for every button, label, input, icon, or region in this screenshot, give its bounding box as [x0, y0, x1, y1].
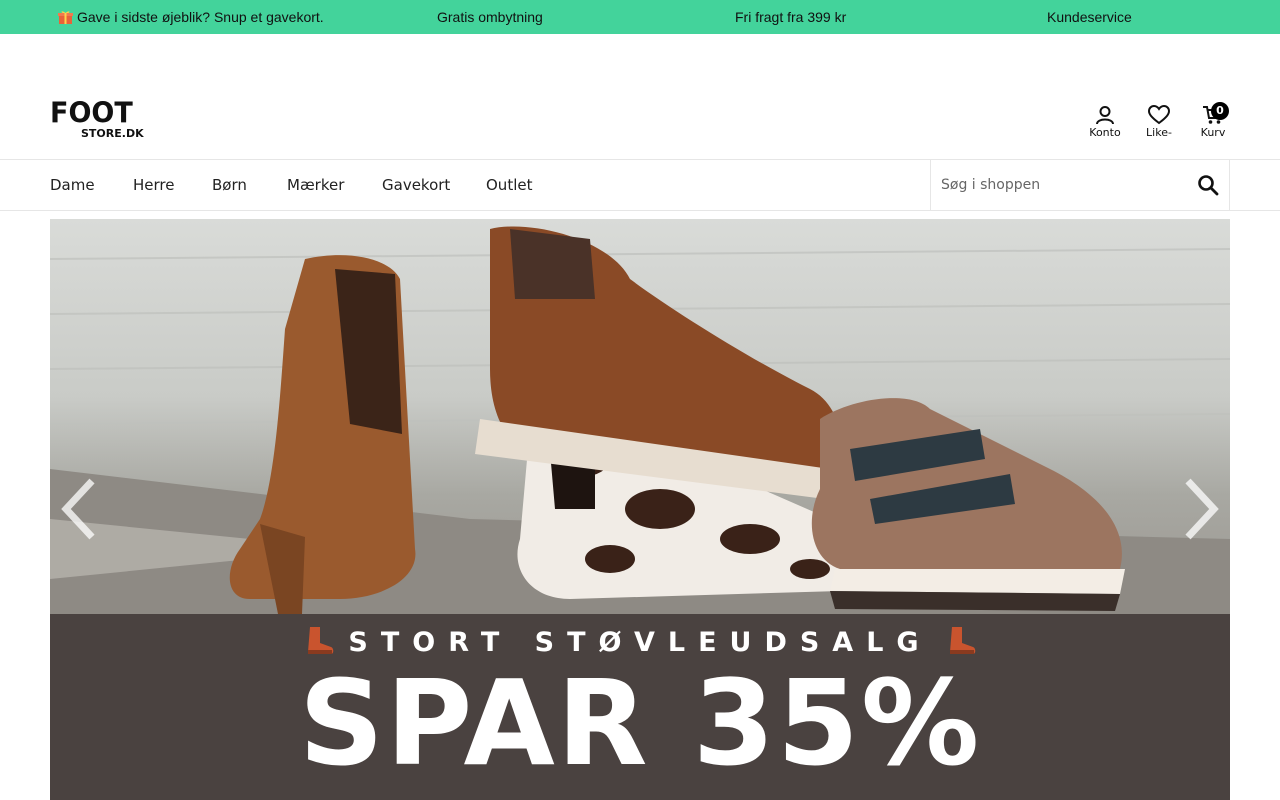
boot-icon	[949, 627, 975, 654]
announcement-customer-service[interactable]: Kundeservice	[1047, 9, 1132, 25]
likes-button[interactable]: Like-	[1142, 105, 1176, 139]
cart-button[interactable]: 0 Kurv	[1197, 102, 1229, 139]
chevron-left-icon[interactable]	[60, 477, 100, 541]
likes-label: Like-	[1146, 126, 1172, 139]
hero-banner[interactable]: STORT STØVLEUDSALG SPAR 35%	[50, 219, 1230, 800]
logo-text-foot: FOOT	[50, 97, 133, 130]
cart-label: Kurv	[1200, 126, 1226, 139]
search-icon[interactable]	[1197, 174, 1219, 196]
announcement-giftcard-text: Gave i sidste øjeblik? Snup et gavekort.	[77, 9, 324, 25]
hero-image	[50, 219, 1230, 614]
nav-item-outlet[interactable]: Outlet	[486, 176, 532, 194]
heart-icon	[1148, 105, 1170, 125]
nav-item-dame[interactable]: Dame	[50, 176, 95, 194]
logo-text-store: STORE.DK	[81, 127, 144, 140]
gift-icon	[58, 11, 73, 24]
main-navigation: Dame Herre Børn Mærker Gavekort Outlet	[0, 159, 1280, 211]
chevron-right-icon[interactable]	[1180, 477, 1220, 541]
account-button[interactable]: Konto	[1086, 105, 1124, 139]
account-label: Konto	[1089, 126, 1121, 139]
nav-item-born[interactable]: Børn	[212, 176, 247, 194]
search-box	[930, 159, 1230, 211]
search-input[interactable]	[941, 172, 1181, 198]
hero-headline: SPAR 35%	[298, 654, 982, 792]
announcement-free-exchange[interactable]: Gratis ombytning	[437, 9, 543, 25]
site-logo[interactable]: FOOT STORE.DK	[50, 99, 150, 141]
user-icon	[1096, 106, 1114, 125]
cart-count-badge: 0	[1211, 102, 1229, 120]
announcement-bar: Gave i sidste øjeblik? Snup et gavekort.…	[0, 0, 1280, 34]
nav-item-herre[interactable]: Herre	[133, 176, 174, 194]
boot-icon	[308, 627, 334, 654]
nav-item-gavekort[interactable]: Gavekort	[382, 176, 450, 194]
hero-text-band: STORT STØVLEUDSALG SPAR 35%	[50, 614, 1230, 800]
announcement-giftcard[interactable]: Gave i sidste øjeblik? Snup et gavekort.	[58, 9, 324, 25]
nav-item-maerker[interactable]: Mærker	[287, 176, 344, 194]
announcement-free-shipping[interactable]: Fri fragt fra 399 kr	[735, 9, 846, 25]
